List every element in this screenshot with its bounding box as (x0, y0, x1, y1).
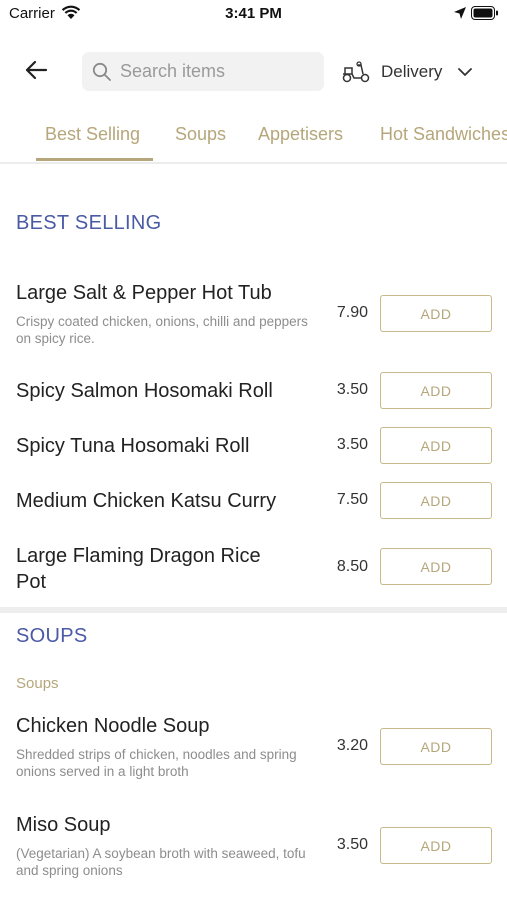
scooter-icon (341, 61, 371, 83)
item-price: 7.50 (336, 491, 368, 508)
item-name: Large Salt & Pepper Hot Tub (16, 282, 272, 304)
tab-soups[interactable]: Soups (175, 124, 226, 145)
item-description: Shredded strips of chicken, noodles and … (16, 747, 297, 779)
tab-best-selling[interactable]: Best Selling (45, 124, 140, 145)
search-input[interactable] (120, 61, 310, 82)
category-tabs: Best Selling Soups Appetisers Hot Sandwi… (0, 112, 507, 164)
tab-hot-sandwiches[interactable]: Hot Sandwiches (380, 124, 507, 145)
battery-icon (471, 6, 499, 25)
item-price: 7.90 (336, 304, 368, 321)
item-price: 3.50 (336, 381, 368, 398)
arrow-left-icon (24, 60, 48, 85)
item-price: 3.50 (336, 436, 368, 453)
add-button[interactable]: ADD (380, 427, 492, 464)
section-subtitle: Soups (16, 675, 59, 692)
search-icon (92, 62, 112, 82)
chevron-down-icon (458, 67, 473, 77)
delivery-selector[interactable]: Delivery (341, 56, 487, 88)
item-name: Miso Soup (16, 814, 111, 836)
section-title-best-selling: BEST SELLING (16, 212, 162, 234)
add-button[interactable]: ADD (380, 482, 492, 519)
item-description: Crispy coated chicken, onions, chilli an… (16, 314, 308, 346)
delivery-label: Delivery (381, 62, 443, 81)
item-name: Spicy Tuna Hosomaki Roll (16, 435, 250, 457)
location-arrow-icon (453, 6, 467, 25)
item-name: Spicy Salmon Hosomaki Roll (16, 380, 273, 402)
active-tab-indicator (36, 158, 153, 161)
add-button[interactable]: ADD (380, 372, 492, 409)
section-divider (0, 607, 507, 613)
status-bar: Carrier 3:41 PM (0, 0, 507, 30)
add-button[interactable]: ADD (380, 728, 492, 765)
item-price: 3.20 (336, 737, 368, 754)
status-time: 3:41 PM (225, 5, 282, 22)
item-description: (Vegetarian) A soybean broth with seawee… (16, 846, 306, 878)
item-price: 3.50 (336, 836, 368, 853)
item-name: Large Flaming Dragon Rice Pot (16, 545, 261, 593)
item-name: Chicken Noodle Soup (16, 715, 210, 737)
item-name: Medium Chicken Katsu Curry (16, 490, 277, 512)
section-title-soups: SOUPS (16, 625, 88, 647)
search-box[interactable] (82, 52, 324, 91)
add-button[interactable]: ADD (380, 827, 492, 864)
item-price: 8.50 (336, 558, 368, 575)
tab-appetisers[interactable]: Appetisers (258, 124, 343, 145)
add-button[interactable]: ADD (380, 548, 492, 585)
add-button[interactable]: ADD (380, 295, 492, 332)
back-button[interactable] (18, 56, 54, 88)
